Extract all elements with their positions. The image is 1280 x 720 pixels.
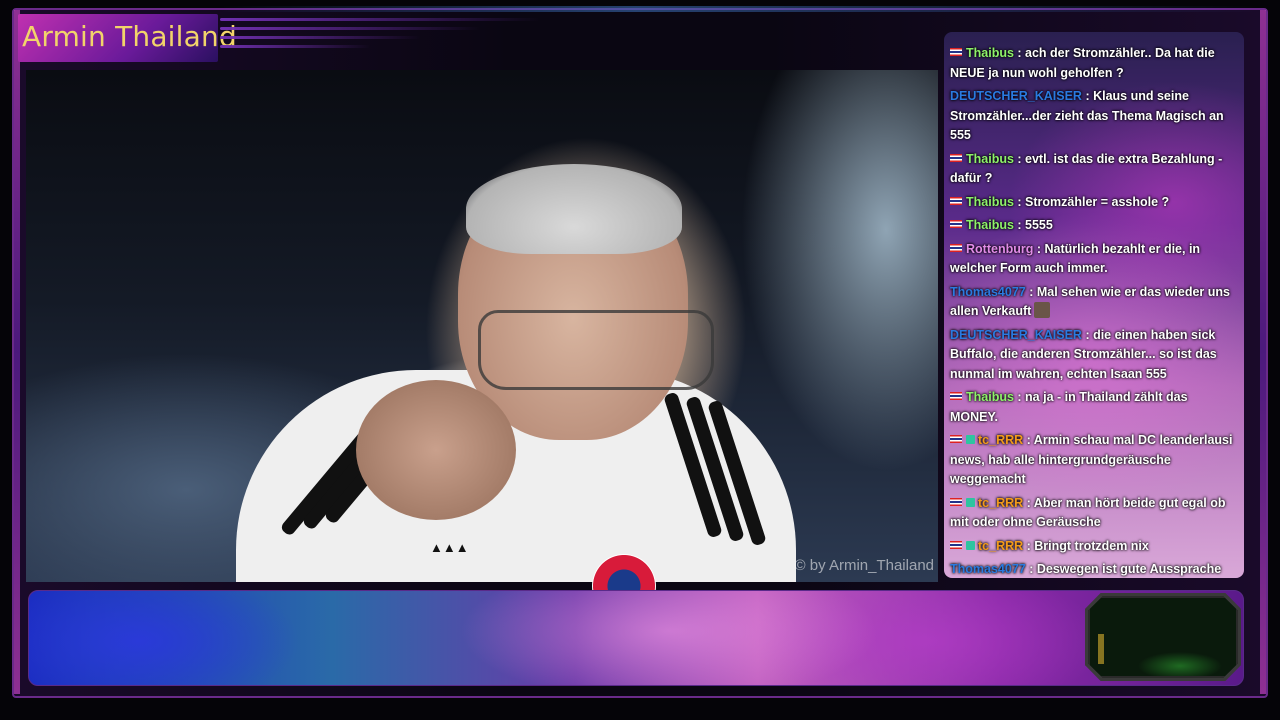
- chat-text: : 5555: [1013, 218, 1053, 232]
- thai-flag-icon: [950, 497, 962, 506]
- chat-message: Thaibus : evtl. ist das die extra Bezahl…: [944, 148, 1244, 191]
- chat-panel[interactable]: Thaibus : ach der Stromzähler.. Da hat d…: [944, 32, 1244, 578]
- chat-username[interactable]: Thomas4077: [950, 562, 1026, 576]
- chat-message: Thaibus : na ja - in Thailand zählt das …: [944, 386, 1244, 429]
- thai-flag-icon: [950, 243, 962, 252]
- thai-flag-icon: [950, 435, 962, 443]
- thai-flag-icon: [950, 220, 962, 228]
- glasses: [478, 310, 714, 390]
- title-decoration-lines: [220, 18, 540, 62]
- thai-flag-icon: [950, 48, 962, 56]
- thai-flag-icon: [950, 392, 962, 400]
- webcam-feed: ▲▲▲ © by Armin_Thailand: [26, 70, 938, 618]
- emote-icon: [1034, 302, 1051, 318]
- mini-camera-feed: [1088, 596, 1238, 678]
- subscriber-badge-icon: [966, 497, 975, 507]
- chat-username[interactable]: tc_RRR: [978, 433, 1023, 447]
- chat-username[interactable]: DEUTSCHER_KAISER: [950, 328, 1082, 342]
- thai-flag-icon: [950, 196, 962, 205]
- chat-text: : Bringt trotzdem nix: [1023, 538, 1149, 553]
- chat-message: Thomas4077 : Deswegen ist gute Aussprach…: [944, 558, 1244, 578]
- chat-username[interactable]: Thaibus: [966, 195, 1014, 209]
- streamer-hand: [356, 380, 516, 520]
- top-accent-bar: [220, 6, 1260, 12]
- stream-title: Armin Thailand: [22, 20, 237, 53]
- chat-username[interactable]: Thaibus: [966, 390, 1014, 404]
- thai-flag-icon: [950, 540, 962, 549]
- chat-username[interactable]: Thaibus: [966, 152, 1014, 166]
- thai-flag-icon: [950, 153, 962, 162]
- chat-message: tc_RRR : Bringt trotzdem nix: [944, 535, 1244, 559]
- chat-message: DEUTSCHER_KAISER : die einen haben sick …: [944, 324, 1244, 387]
- subscriber-badge-icon: [966, 540, 975, 550]
- chat-username[interactable]: Thomas4077: [950, 285, 1026, 299]
- subscriber-badge-icon: [966, 435, 975, 444]
- chat-username[interactable]: DEUTSCHER_KAISER: [950, 89, 1082, 103]
- chat-message: tc_RRR : Armin schau mal DC leanderlausi…: [944, 429, 1244, 492]
- chat-message: Rottenburg : Natürlich bezahlt er die, i…: [944, 238, 1244, 281]
- chat-message: Thaibus : ach der Stromzähler.. Da hat d…: [944, 42, 1244, 85]
- chat-username[interactable]: tc_RRR: [978, 496, 1023, 510]
- chat-message: Thaibus : Stromzähler = asshole ?: [944, 191, 1244, 215]
- frame-glow-right: [1260, 10, 1266, 694]
- chat-username[interactable]: tc_RRR: [978, 539, 1023, 553]
- chat-message: DEUTSCHER_KAISER : Klaus und seine Strom…: [944, 85, 1244, 148]
- chat-username[interactable]: Rottenburg: [966, 242, 1033, 256]
- chat-message: tc_RRR : Aber man hört beide gut egal ob…: [944, 492, 1244, 535]
- streamer-hair: [466, 164, 682, 254]
- frame-glow-left: [14, 10, 20, 694]
- chat-message: Thaibus : 5555: [944, 214, 1244, 238]
- chat-text: : Stromzähler = asshole ?: [1013, 194, 1170, 209]
- chat-message: Thomas4077 : Mal sehen wie er das wieder…: [944, 281, 1244, 324]
- chat-username[interactable]: Thaibus: [966, 46, 1014, 60]
- chat-username[interactable]: Thaibus: [966, 218, 1014, 232]
- bottom-banner: [28, 590, 1244, 686]
- watermark: © by Armin_Thailand: [794, 557, 934, 574]
- brand-logo-icon: ▲▲▲: [430, 540, 469, 555]
